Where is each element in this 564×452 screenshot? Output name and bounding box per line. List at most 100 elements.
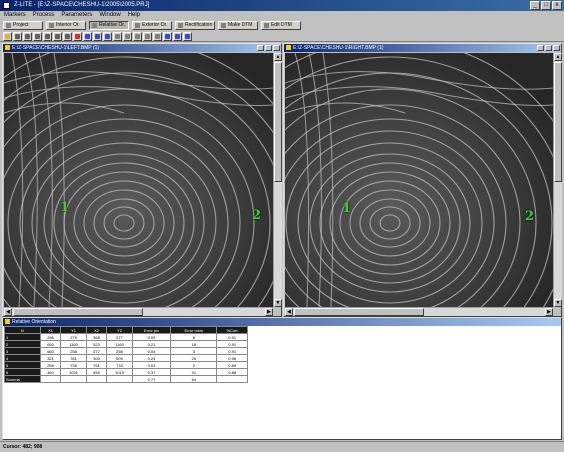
column-header[interactable]: N xyxy=(4,326,41,334)
right-fingerprint-image[interactable] xyxy=(285,53,553,307)
table-cell: 277 xyxy=(106,333,133,341)
zoom-in-button[interactable] xyxy=(13,31,22,41)
menu-process[interactable]: Process xyxy=(33,11,55,20)
gamma-button[interactable] xyxy=(103,31,112,41)
left-close-button[interactable] xyxy=(273,45,280,51)
column-header[interactable]: X1 xyxy=(39,326,62,334)
column-header[interactable]: Error mkm xyxy=(170,326,218,334)
table-row[interactable]: 5 256 735 751 733 0.03 2 0.89 xyxy=(4,361,248,369)
menu-help[interactable]: Help xyxy=(128,11,140,20)
measure-button[interactable] xyxy=(123,31,132,41)
grid-button[interactable] xyxy=(143,31,152,41)
table-cell: 1160 xyxy=(106,340,133,348)
column-header[interactable]: Y2 xyxy=(106,326,133,334)
minimize-button[interactable]: _ xyxy=(530,1,540,10)
scroll-right-arrow-icon[interactable]: ▶ xyxy=(265,308,273,316)
column-header[interactable]: Error pix xyxy=(131,326,172,334)
brightness-button[interactable] xyxy=(93,31,102,41)
table-row[interactable]: 6 460 1031 456 1019 0.37 31 0.88 xyxy=(4,368,248,376)
right-vertical-scrollbar[interactable]: ▲ ▼ xyxy=(553,53,562,307)
right-image-view[interactable]: 1 2 xyxy=(285,53,553,307)
app-title: Z-LITE - [E:\Z-SPACE\CHESHU-1\2005\2005.… xyxy=(14,2,150,8)
column-header[interactable]: Y1 xyxy=(60,326,87,334)
scroll-left-arrow-icon[interactable]: ◀ xyxy=(4,308,12,316)
table-cell: 650 xyxy=(39,340,62,348)
table-row[interactable]: 3 663 258 577 256 0.04 3 0.91 xyxy=(4,347,248,355)
settings-button[interactable] xyxy=(153,31,162,41)
save-button[interactable] xyxy=(163,31,172,41)
table-header-row: N X1 Y1 X2 Y2 Error pix Error mkm %Corr xyxy=(4,326,248,334)
menu-window[interactable]: Window xyxy=(99,11,120,20)
filter-button[interactable] xyxy=(113,31,122,41)
table-cell xyxy=(60,375,87,383)
close-button[interactable]: x xyxy=(552,1,562,10)
menu-markers[interactable]: Markers xyxy=(4,11,26,20)
left-horizontal-scrollbar[interactable]: ◀ ▶ xyxy=(4,307,273,316)
contrast-icon xyxy=(85,33,90,39)
scroll-up-arrow-icon[interactable]: ▲ xyxy=(554,53,562,61)
right-marker-2[interactable]: 2 xyxy=(525,209,534,224)
mode-button-label: Project xyxy=(13,22,29,28)
table-row[interactable]: 4 321 781 300 909 0.24 20 0.96 xyxy=(4,354,248,362)
left-fingerprint-image[interactable] xyxy=(4,53,273,307)
pan-button[interactable] xyxy=(63,31,72,41)
scroll-left-arrow-icon[interactable]: ◀ xyxy=(285,308,293,316)
column-header[interactable]: X2 xyxy=(85,326,108,334)
relative-orientation-icon xyxy=(92,23,97,28)
left-vertical-scrollbar[interactable]: ▲ ▼ xyxy=(273,53,282,307)
scroll-up-arrow-icon[interactable]: ▲ xyxy=(274,53,282,61)
help-button[interactable] xyxy=(183,31,192,41)
open-button[interactable] xyxy=(3,31,12,41)
mode-button-interior-orientation[interactable]: Interior Or. xyxy=(46,21,86,30)
scroll-right-arrow-icon[interactable]: ▶ xyxy=(545,308,553,316)
link-button[interactable] xyxy=(133,31,142,41)
maximize-button[interactable]: □ xyxy=(541,1,551,10)
zoom-fit-button[interactable] xyxy=(33,31,42,41)
right-close-button[interactable] xyxy=(553,45,560,51)
scroll-down-arrow-icon[interactable]: ▼ xyxy=(554,299,562,307)
left-vertical-scroll-thumb[interactable] xyxy=(274,62,282,182)
row-header: 5 xyxy=(4,361,41,369)
mode-button-label: Relative Or. xyxy=(99,22,126,28)
table-cell: 0.88 xyxy=(216,368,248,376)
table-button[interactable] xyxy=(173,31,182,41)
menu-parameters[interactable]: Parameters xyxy=(61,11,92,20)
left-horizontal-scroll-thumb[interactable] xyxy=(13,308,143,316)
table-cell: 0.91 xyxy=(216,340,248,348)
mode-button-edit-dtm[interactable]: Edit DTM xyxy=(261,21,301,30)
left-minimize-button[interactable] xyxy=(257,45,264,51)
right-horizontal-scrollbar[interactable]: ◀ ▶ xyxy=(285,307,553,316)
mode-button-make-dtm[interactable]: Make DTM xyxy=(218,21,258,30)
relative-orientation-table[interactable]: N X1 Y1 X2 Y2 Error pix Error mkm %Corr 1 296 279… xyxy=(4,326,248,383)
left-marker-2[interactable]: 2 xyxy=(252,208,261,223)
tools-toolbar xyxy=(0,31,564,42)
zoom-window-button[interactable] xyxy=(43,31,52,41)
mode-button-exterior-orientation[interactable]: Exterior Or. xyxy=(132,21,172,30)
left-image-view[interactable]: 1 2 xyxy=(4,53,273,307)
table-cell: 0.37 xyxy=(131,368,172,376)
table-cell: 64 xyxy=(170,375,218,383)
zoom-out-button[interactable] xyxy=(23,31,32,41)
marker-button[interactable] xyxy=(73,31,82,41)
magnify-button[interactable] xyxy=(53,31,62,41)
left-image-title: E:\Z-SPACE\CHESHU-1\LEFT.BMP (1) xyxy=(12,45,100,51)
left-maximize-button[interactable] xyxy=(265,45,272,51)
right-horizontal-scroll-thumb[interactable] xyxy=(294,308,424,316)
right-vertical-scroll-thumb[interactable] xyxy=(554,62,562,182)
table-row[interactable]: 2 650 1160 523 1160 0.21 18 0.91 xyxy=(4,340,248,348)
mode-button-project[interactable]: Project xyxy=(3,21,43,30)
mode-button-rectification[interactable]: Rectification xyxy=(175,21,215,30)
left-marker-1[interactable]: 1 xyxy=(60,200,69,215)
column-header[interactable]: %Corr xyxy=(216,326,248,334)
table-row[interactable]: 1 296 279 368 277 0.09 8 0.91 xyxy=(4,333,248,341)
zoom-window-icon xyxy=(45,33,50,39)
contrast-button[interactable] xyxy=(83,31,92,41)
right-maximize-button[interactable] xyxy=(545,45,552,51)
right-minimize-button[interactable] xyxy=(537,45,544,51)
mode-button-relative-orientation[interactable]: Relative Or. xyxy=(89,21,129,30)
scroll-down-arrow-icon[interactable]: ▼ xyxy=(274,299,282,307)
right-marker-1[interactable]: 1 xyxy=(342,201,351,216)
table-row[interactable]: Summa 0.77 64 xyxy=(4,375,248,383)
row-header: Summa xyxy=(4,375,41,383)
table-cell: 258 xyxy=(60,347,87,355)
